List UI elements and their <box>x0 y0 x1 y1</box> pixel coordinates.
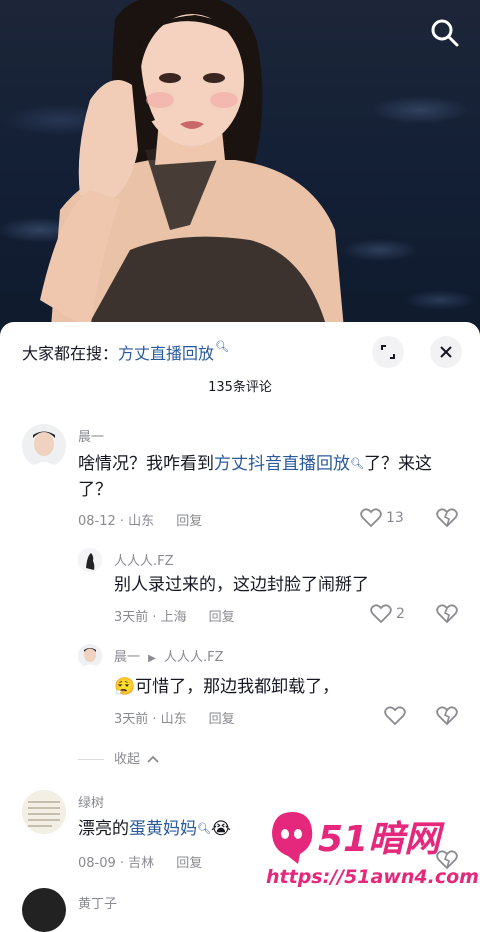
collapse-label: 收起 <box>114 752 141 767</box>
avatar[interactable] <box>22 424 66 468</box>
reply-header: 晨一 ▶ 人人人.FZ <box>114 646 224 665</box>
comments-top-bar: 大家都在搜：方丈直播回放🔍︎ <box>22 336 462 368</box>
sigh-emoji: 😮‍💨 <box>114 677 136 697</box>
like-button[interactable]: 2 <box>370 604 405 624</box>
broken-heart-icon <box>436 604 458 624</box>
reply-text: 别人录过来的，这边封脸了闹掰了 <box>114 575 369 595</box>
reply-to-username[interactable]: 人人人.FZ <box>164 650 224 665</box>
avatar[interactable] <box>22 790 66 834</box>
comment-search-keyword[interactable]: 方丈抖音直播回放 <box>214 454 350 474</box>
watermark: 51暗网 https://51awn4.com <box>264 806 479 892</box>
comment-search-keyword[interactable]: 蛋黄妈妈 <box>129 819 197 839</box>
heart-icon <box>360 508 382 528</box>
watermark-logo-icon <box>272 812 313 864</box>
reply-date-location: 3天前 · 山东 <box>114 712 187 727</box>
video-cover-photo[interactable] <box>0 0 480 340</box>
dislike-button[interactable] <box>436 604 458 628</box>
comment-meta: 08-12 · 山东 回复 <box>78 510 202 529</box>
comment-text: 啥情况？我咋看到方丈抖音直播回放🔍︎了？来这了？ <box>78 451 458 503</box>
like-count: 2 <box>396 606 405 622</box>
reply-meta: 3天前 · 上海 回复 <box>114 606 235 625</box>
watermark-brand: 51暗网 <box>318 819 441 860</box>
expand-button[interactable] <box>372 336 404 368</box>
comments-count: 135条评论 <box>208 380 272 395</box>
comment-date-location: 08-09 · 吉林 <box>78 856 155 871</box>
heart-icon <box>384 706 406 726</box>
comment-text-part: 漂亮的 <box>78 819 129 839</box>
reply-button[interactable]: 回复 <box>209 712 235 727</box>
reply-date-location: 3天前 · 上海 <box>114 610 187 625</box>
like-button[interactable] <box>384 706 406 726</box>
search-icon[interactable] <box>428 16 462 50</box>
reply-text-part: 可惜了，那边我都卸载了， <box>135 677 340 697</box>
watermark-url: https://51awn4.com <box>266 866 479 888</box>
search-small-icon: 🔍︎ <box>350 457 364 470</box>
comment-username[interactable]: 黄丁子 <box>78 893 117 912</box>
comment-date-location: 08-12 · 山东 <box>78 514 155 529</box>
broken-heart-icon <box>436 706 458 726</box>
woman-portrait-image <box>40 0 345 340</box>
close-icon <box>440 346 452 358</box>
divider <box>78 759 104 760</box>
comment-meta: 08-09 · 吉林 回复 <box>78 852 202 871</box>
reply-arrow-icon: ▶ <box>148 653 156 664</box>
avatar[interactable] <box>78 548 102 572</box>
reply-username[interactable]: 晨一 <box>114 650 140 665</box>
collapse-replies-button[interactable]: 收起 <box>78 748 159 767</box>
like-count: 13 <box>386 510 404 526</box>
crying-emoji: 😭 <box>210 819 231 839</box>
trending-search-keyword[interactable]: 方丈直播回放 <box>118 344 214 363</box>
reply-button[interactable]: 回复 <box>209 610 235 625</box>
avatar[interactable] <box>78 644 102 668</box>
dislike-button[interactable] <box>436 508 458 532</box>
like-button[interactable]: 13 <box>360 508 404 528</box>
trending-search-prefix: 大家都在搜： <box>22 344 119 363</box>
avatar[interactable] <box>22 888 66 932</box>
comment-text-part: 啥情况？我咋看到 <box>78 454 214 474</box>
reply-text: 😮‍💨可惜了，那边我都卸载了， <box>114 674 454 700</box>
search-small-icon: 🔍︎ <box>215 340 229 353</box>
comment-username[interactable]: 绿树 <box>78 792 104 811</box>
heart-icon <box>370 604 392 624</box>
chevron-up-icon <box>147 755 159 763</box>
reply-button[interactable]: 回复 <box>176 514 202 529</box>
reply-meta: 3天前 · 山东 回复 <box>114 708 235 727</box>
trending-search-hint[interactable]: 大家都在搜：方丈直播回放🔍︎ <box>22 340 229 364</box>
search-small-icon: 🔍︎ <box>197 822 211 835</box>
broken-heart-icon <box>436 508 458 528</box>
close-button[interactable] <box>430 336 462 368</box>
dislike-button[interactable] <box>436 706 458 730</box>
expand-icon <box>381 345 395 359</box>
reply-username[interactable]: 人人人.FZ <box>114 550 174 569</box>
comment-username[interactable]: 晨一 <box>78 426 104 445</box>
reply-button[interactable]: 回复 <box>176 856 202 871</box>
